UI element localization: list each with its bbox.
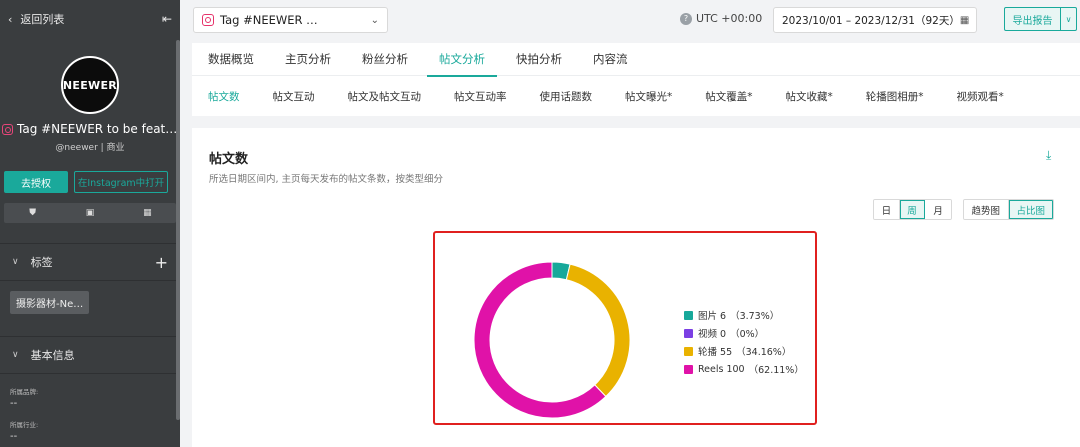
tags-label: 标签 (30, 256, 53, 269)
chart-legend: 图片 6 （3.73%） 视频 0 （0%） 轮播 55 （34.16%） Reels 10… (684, 306, 804, 378)
date-range-text: 2023/10/01 – 2023/12/31（92天） (782, 14, 960, 27)
tab-profile-analysis[interactable]: 主页分析 (273, 43, 343, 76)
main-tabs: 数据概览 主页分析 粉丝分析 帖文分析 快拍分析 内容流 (192, 43, 1080, 77)
period-day-button[interactable]: 日 (874, 200, 900, 219)
legend-item[interactable]: Reels 100 （62.11%） (684, 360, 804, 378)
period-week-button[interactable]: 周 (899, 200, 926, 219)
back-to-list-button[interactable]: ‹ 返回列表 (8, 11, 64, 27)
brand-label: 所属品牌: (10, 388, 39, 396)
legend-percent: （0%） (730, 329, 765, 340)
subtab-video-views[interactable]: 视频观看* (945, 89, 1016, 104)
legend-label: 视频 0 (698, 329, 727, 340)
account-select-value: Tag #NEEWER … (220, 13, 318, 27)
legend-percent: （34.16%） (736, 347, 792, 358)
account-name: Tag #NEEWER to be feat… (0, 122, 180, 136)
tab-story-analysis[interactable]: 快拍分析 (504, 43, 574, 76)
chevron-down-icon: ∨ (12, 257, 19, 267)
legend-label: 图片 6 (698, 311, 727, 322)
donut-chart (474, 262, 630, 418)
subtab-saves[interactable]: 帖文收藏* (774, 89, 845, 104)
date-range-picker[interactable]: 2023/10/01 – 2023/12/31（92天） ▦ (773, 7, 977, 33)
timezone: ? UTC +00:00 (680, 12, 762, 25)
account-handle: @neewer | 商业 (55, 143, 125, 153)
copy-icon[interactable]: ▣ (61, 203, 118, 223)
sidebar-icon-bar: ⛊ ▣ ▦ (4, 203, 176, 223)
legend-item[interactable]: 图片 6 （3.73%） (684, 306, 804, 324)
legend-label: 轮播 55 (698, 347, 733, 358)
export-report-button: 导出报告 ∨ (1004, 7, 1077, 31)
view-toggle: 趋势图 占比图 (963, 199, 1054, 220)
divider (0, 280, 180, 281)
tab-overview[interactable]: 数据概览 (196, 43, 266, 76)
divider (0, 373, 180, 374)
post-count-card: 帖文数 所选日期区间内, 主页每天发布的帖文条数，按类型细分 ⤓ 日 周 月 趋… (192, 128, 1080, 447)
add-tag-icon[interactable]: + (155, 253, 168, 272)
legend-item[interactable]: 轮播 55 （34.16%） (684, 342, 804, 360)
download-icon[interactable]: ⤓ (1046, 148, 1060, 162)
sidebar-header: ‹ 返回列表 ⇤ (0, 0, 180, 38)
account-name-text: Tag #NEEWER to be feat… (17, 122, 178, 136)
chevron-down-icon[interactable]: ∨ (1060, 8, 1076, 30)
share-chart-button[interactable]: 占比图 (1008, 200, 1053, 219)
period-month-button[interactable]: 月 (925, 200, 951, 219)
chevron-down-icon: ∨ (12, 350, 19, 360)
back-label: 返回列表 (20, 13, 65, 26)
shield-icon[interactable]: ⛊ (4, 203, 61, 223)
legend-item[interactable]: 视频 0 （0%） (684, 324, 804, 342)
subtab-post-count[interactable]: 帖文数 (196, 89, 252, 104)
legend-swatch (684, 346, 693, 356)
basic-info-label: 基本信息 (30, 349, 75, 362)
calendar-icon[interactable]: ▦ (119, 203, 176, 223)
legend-label: Reels 100 (698, 363, 745, 375)
subtab-carousel[interactable]: 轮播图相册* (854, 89, 936, 104)
tab-post-analysis[interactable]: 帖文分析 (427, 43, 497, 77)
top-bar: Tag #NEEWER … ⌄ ? UTC +00:00 2023/10/01 … (180, 0, 1080, 40)
account-logo: NEEWER (61, 56, 119, 114)
open-in-instagram-button[interactable]: 在Instagram中打开 (74, 171, 168, 193)
subtab-engagement-rate[interactable]: 帖文互动率 (442, 89, 519, 104)
basic-info-section-header[interactable]: ∨ 基本信息 (0, 337, 180, 373)
calendar-icon: ▦ (959, 14, 970, 26)
tab-content-feed[interactable]: 内容流 (581, 43, 640, 76)
legend-swatch (684, 364, 693, 374)
tags-section-header[interactable]: ∨ 标签 + (0, 244, 180, 280)
legend-percent: （62.11%） (748, 365, 804, 376)
analysis-tabs: 数据概览 主页分析 粉丝分析 帖文分析 快拍分析 内容流 帖文数 帖文互动 帖文… (192, 43, 1080, 116)
instagram-icon (202, 14, 214, 26)
tag-chip[interactable]: 摄影器材-Ne… (10, 291, 90, 314)
donut-slice-轮播[interactable] (565, 263, 630, 398)
account-actions: 去授权 在Instagram中打开 (0, 171, 180, 193)
legend-percent: （3.73%） (730, 311, 780, 322)
industry-label: 所属行业: (10, 421, 39, 429)
authorize-button[interactable]: 去授权 (4, 171, 68, 193)
card-description: 所选日期区间内, 主页每天发布的帖文条数，按类型细分 (209, 174, 444, 185)
subtab-hashtag-count[interactable]: 使用话题数 (528, 89, 605, 104)
sidebar: ‹ 返回列表 ⇤ NEEWER Tag #NEEWER to be feat… … (0, 0, 180, 447)
account-select[interactable]: Tag #NEEWER … ⌄ (193, 7, 388, 33)
brand-value: -- (10, 398, 18, 409)
export-report-label[interactable]: 导出报告 (1005, 8, 1060, 30)
tab-follower-analysis[interactable]: 粉丝分析 (350, 43, 420, 76)
chevron-down-icon: ⌄ (370, 14, 379, 26)
subtab-post-and-engagement[interactable]: 帖文及帖文互动 (336, 89, 434, 104)
collapse-sidebar-icon[interactable]: ⇤ (162, 12, 172, 26)
subtab-impressions[interactable]: 帖文曝光* (613, 89, 684, 104)
legend-swatch (684, 310, 693, 320)
legend-swatch (684, 328, 693, 338)
sidebar-scrollbar[interactable] (176, 40, 180, 420)
sub-tabs: 帖文数 帖文互动 帖文及帖文互动 帖文互动率 使用话题数 帖文曝光* 帖文覆盖*… (192, 76, 1080, 116)
subtab-post-engagement[interactable]: 帖文互动 (261, 89, 327, 104)
industry-value: -- (10, 431, 18, 442)
instagram-icon (2, 123, 13, 135)
card-title: 帖文数 (209, 152, 249, 167)
timezone-text: UTC +00:00 (696, 12, 763, 25)
trend-chart-button[interactable]: 趋势图 (964, 200, 1009, 219)
help-icon[interactable]: ? (680, 12, 692, 25)
period-toggle: 日 周 月 (873, 199, 952, 220)
subtab-reach[interactable]: 帖文覆盖* (693, 89, 764, 104)
chevron-left-icon: ‹ (8, 12, 13, 26)
